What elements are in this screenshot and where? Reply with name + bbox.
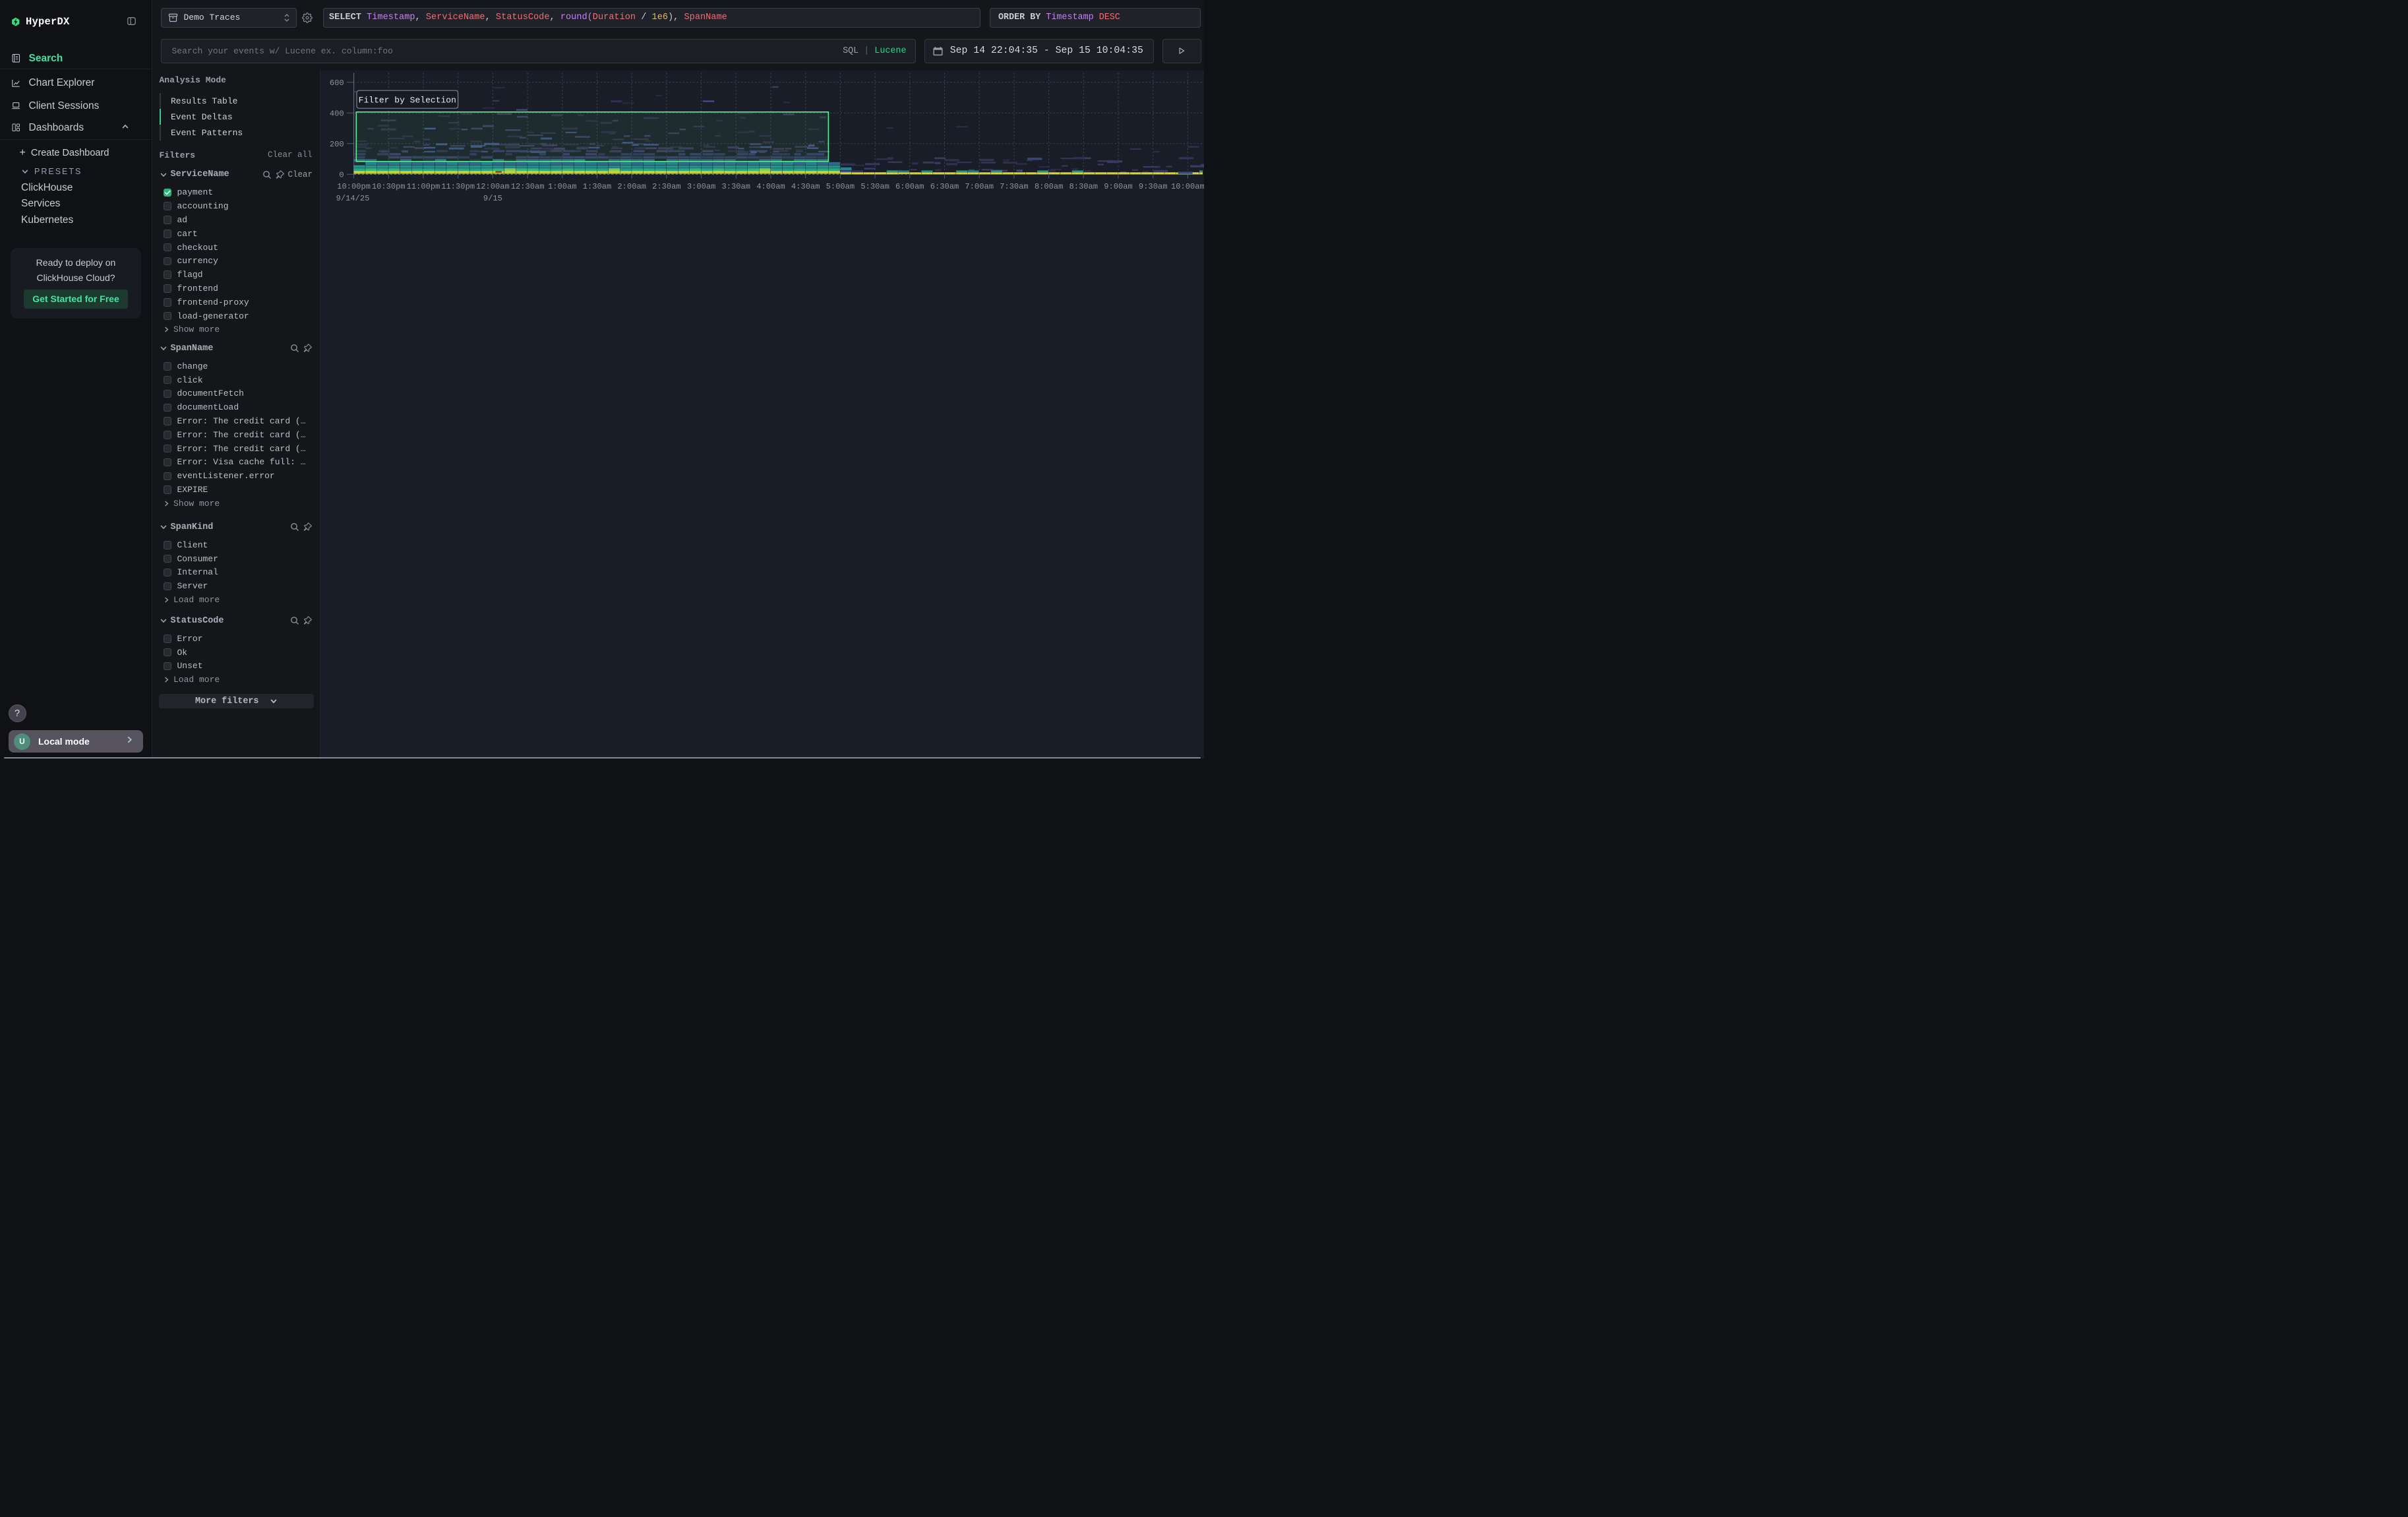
svg-text:3:00am: 3:00am <box>687 182 716 191</box>
svg-text:400: 400 <box>330 109 344 119</box>
svg-text:4:00am: 4:00am <box>756 182 785 191</box>
svg-text:2:30am: 2:30am <box>652 182 681 191</box>
svg-text:5:30am: 5:30am <box>860 182 889 191</box>
svg-text:6:30am: 6:30am <box>930 182 959 191</box>
svg-text:Filter by Selection: Filter by Selection <box>359 95 456 105</box>
svg-text:7:30am: 7:30am <box>1000 182 1029 191</box>
svg-text:12:30am: 12:30am <box>511 182 545 191</box>
svg-text:2:00am: 2:00am <box>617 182 646 191</box>
svg-text:11:00pm: 11:00pm <box>407 182 440 191</box>
svg-text:1:00am: 1:00am <box>548 182 577 191</box>
svg-text:11:30pm: 11:30pm <box>441 182 475 191</box>
svg-text:10:30pm: 10:30pm <box>372 182 406 191</box>
svg-text:9:30am: 9:30am <box>1139 182 1168 191</box>
svg-text:1:30am: 1:30am <box>583 182 612 191</box>
svg-text:7:00am: 7:00am <box>965 182 994 191</box>
svg-text:5:00am: 5:00am <box>826 182 855 191</box>
svg-text:12:00am: 12:00am <box>476 182 510 191</box>
svg-text:3:30am: 3:30am <box>722 182 751 191</box>
svg-text:6:00am: 6:00am <box>895 182 924 191</box>
svg-text:600: 600 <box>330 78 344 88</box>
svg-text:8:00am: 8:00am <box>1035 182 1064 191</box>
svg-text:200: 200 <box>330 140 344 149</box>
svg-text:4:30am: 4:30am <box>791 182 820 191</box>
svg-text:9:00am: 9:00am <box>1104 182 1133 191</box>
svg-text:10:00pm: 10:00pm <box>337 182 371 191</box>
svg-text:8:30am: 8:30am <box>1069 182 1099 191</box>
svg-text:9/15: 9/15 <box>483 194 502 203</box>
svg-text:0: 0 <box>339 171 344 180</box>
svg-text:10:00am: 10:00am <box>1171 182 1204 191</box>
svg-text:9/14/25: 9/14/25 <box>336 194 370 203</box>
